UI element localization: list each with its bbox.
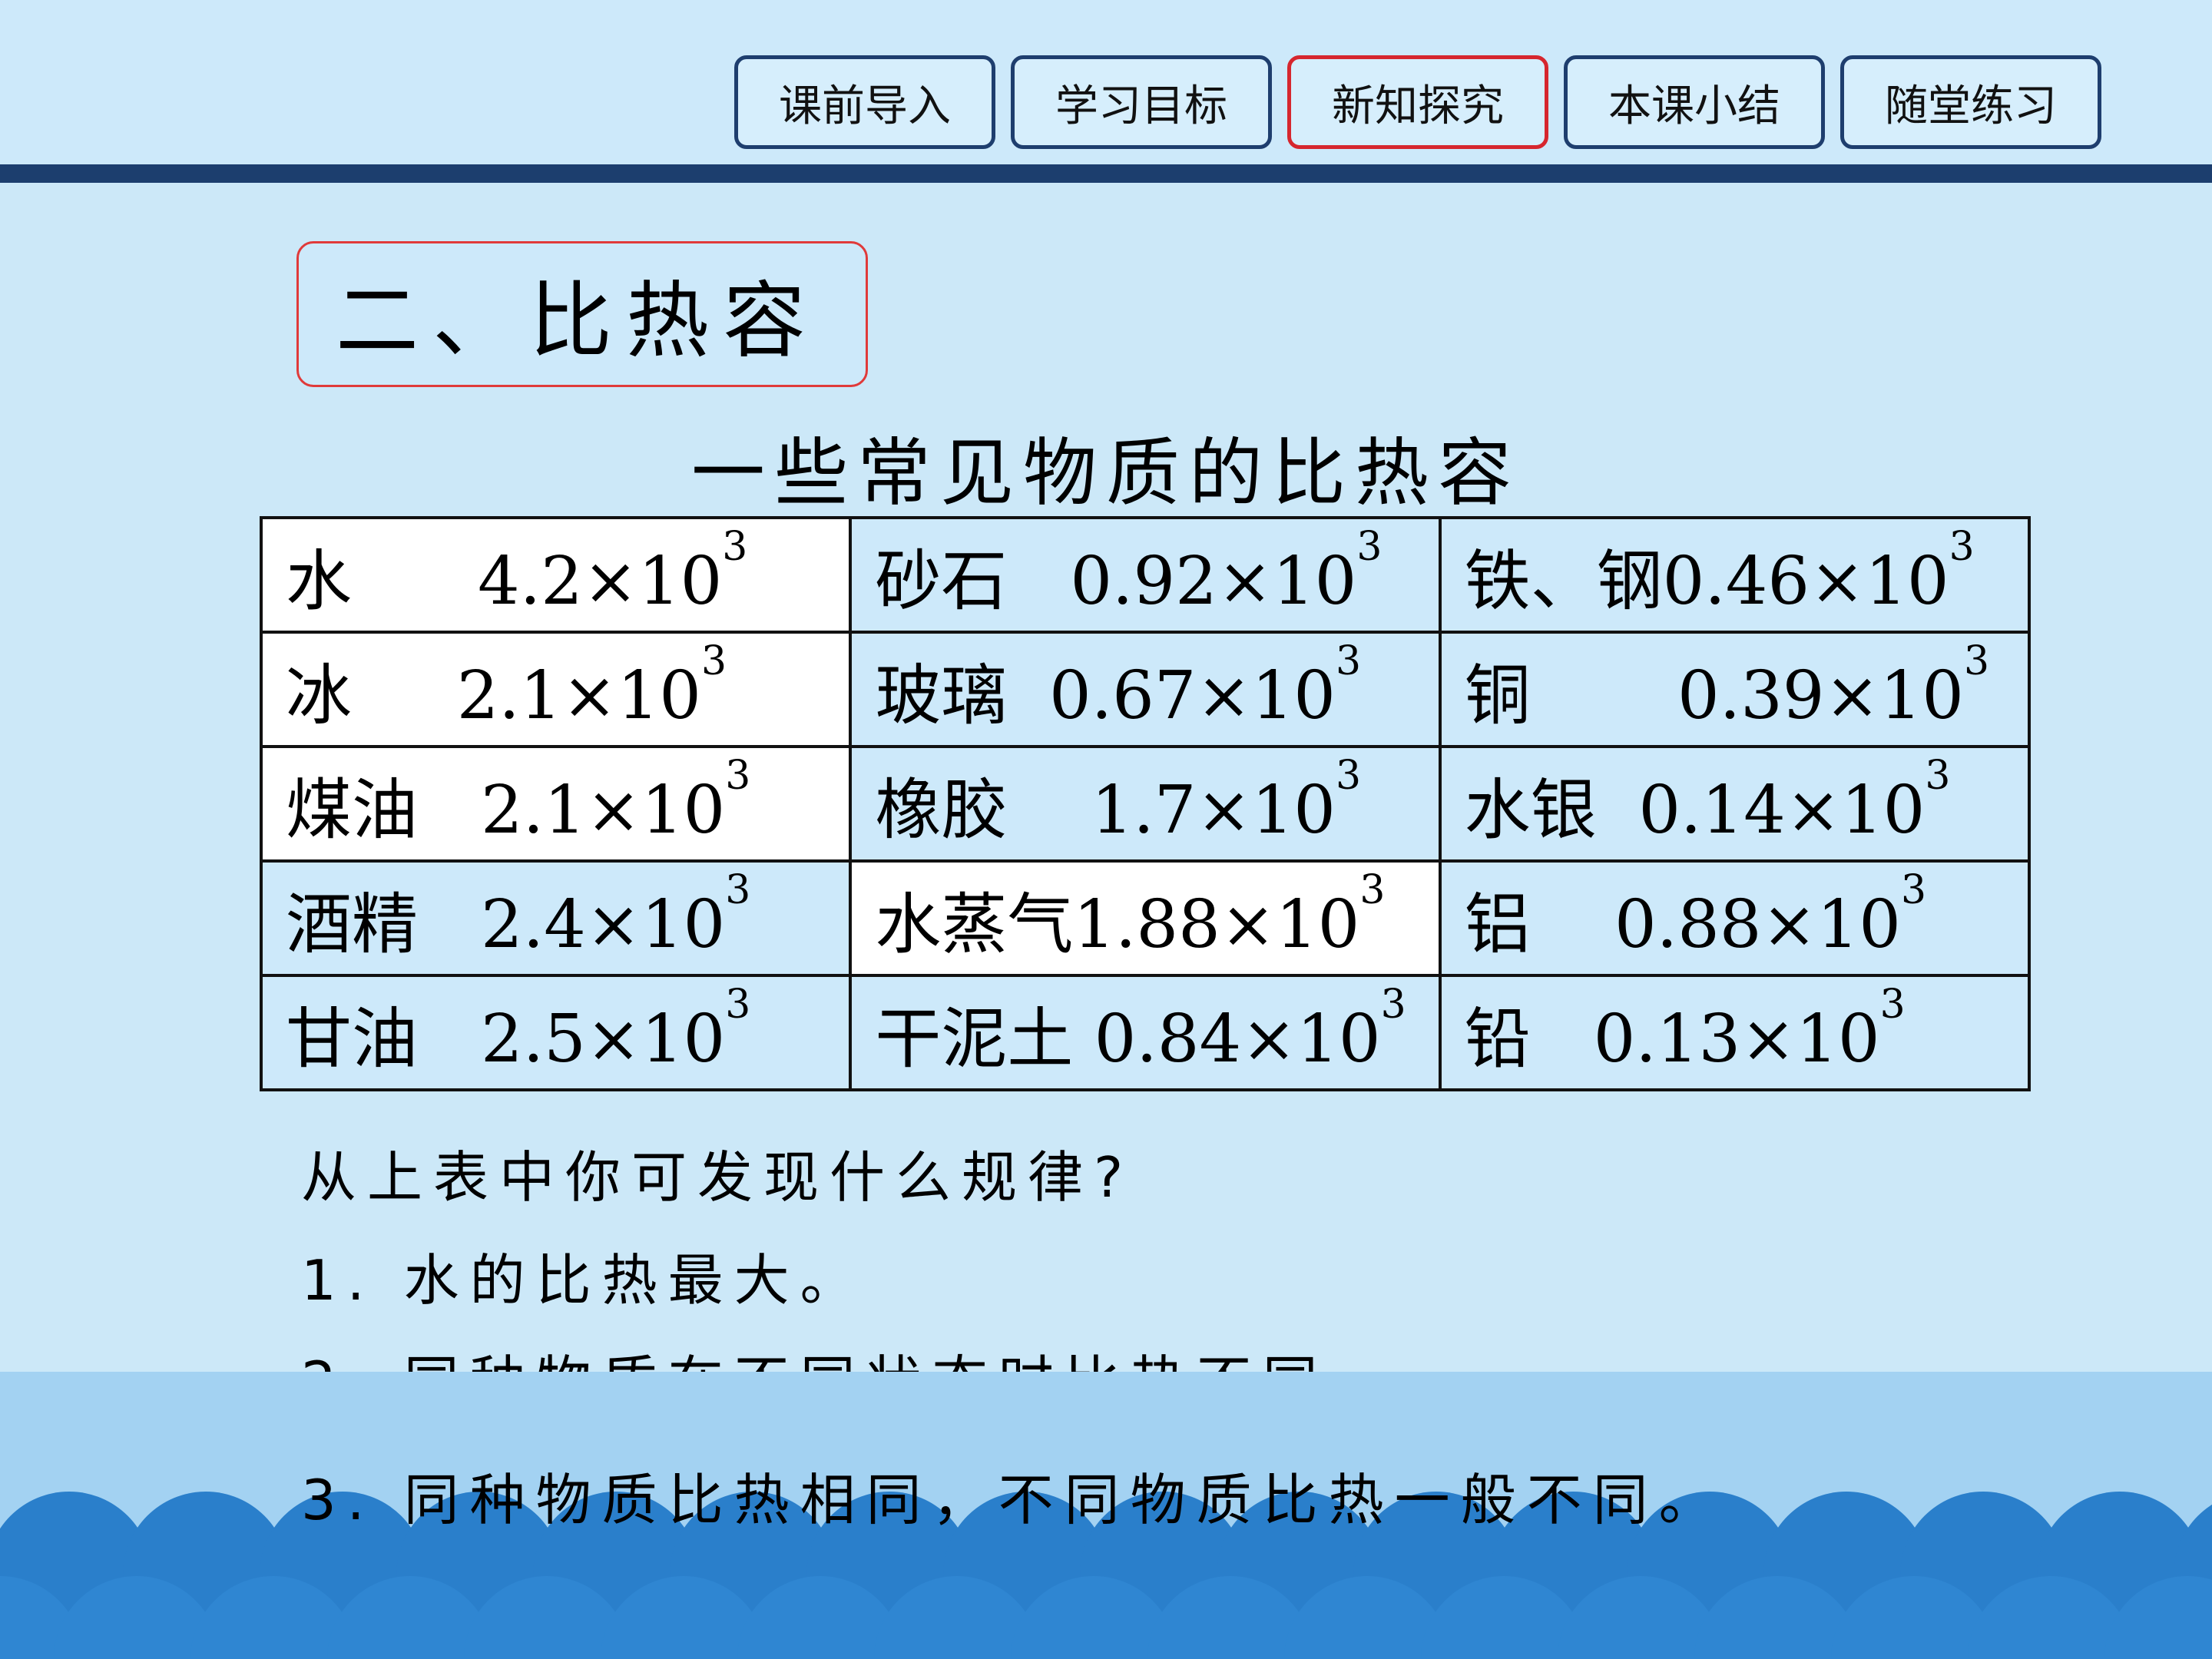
table-cell: 水银 0.14×103 xyxy=(1438,745,2032,863)
section-title: 二、比热容 xyxy=(296,241,868,387)
specific-heat-table: 水 4.2×103 砂石 0.92×103 铁、钢0.46×103 冰 2.1×103… xyxy=(259,516,2032,1091)
nav-button-objectives[interactable]: 学习目标 xyxy=(1011,55,1272,149)
exponent: 3 xyxy=(725,867,751,913)
table-row: 甘油 2.5×103 干泥土 0.84×103 铅 0.13×103 xyxy=(259,974,2032,1091)
substance-name: 水蒸气 xyxy=(875,886,1074,963)
specific-heat-value: 1.7×10 xyxy=(1091,772,1336,849)
question-text: 从上表中你可发现什么规律? xyxy=(301,1145,1134,1210)
substance-name: 冰 xyxy=(286,657,352,734)
specific-heat-value: 0.84×10 xyxy=(1094,1001,1381,1078)
exponent: 3 xyxy=(700,638,727,684)
table-cell: 铅 0.13×103 xyxy=(1438,974,2032,1091)
specific-heat-value: 0.14×10 xyxy=(1638,772,1926,849)
exponent: 3 xyxy=(1335,753,1362,799)
exponent: 3 xyxy=(1336,638,1362,684)
table-cell: 铝 0.88×103 xyxy=(1438,859,2032,977)
header-divider xyxy=(0,164,2212,183)
nav-bar: 课前导入 学习目标 新知探究 本课小结 随堂练习 xyxy=(734,55,2101,149)
table-row: 冰 2.1×103 玻璃 0.67×103 铜 0.39×103 xyxy=(259,631,2032,748)
specific-heat-value: 0.46×10 xyxy=(1662,543,1949,620)
nav-button-practice[interactable]: 随堂练习 xyxy=(1840,55,2101,149)
specific-heat-value: 0.13×10 xyxy=(1593,1001,1880,1078)
exponent: 3 xyxy=(725,982,751,1028)
exponent: 3 xyxy=(1380,982,1406,1028)
substance-name: 玻璃 xyxy=(875,657,1008,734)
finding-3: 3. 同种物质比热相同，不同物质比热一般不同。 xyxy=(301,1468,1725,1532)
specific-heat-value: 4.2×10 xyxy=(478,543,723,620)
substance-name: 水银 xyxy=(1464,772,1597,849)
table-cell: 水 4.2×103 xyxy=(259,516,853,634)
exponent: 3 xyxy=(722,524,748,570)
table-cell: 冰 2.1×103 xyxy=(259,631,853,748)
specific-heat-value: 0.39×10 xyxy=(1677,657,1964,734)
specific-heat-value: 0.67×10 xyxy=(1049,657,1336,734)
substance-name: 水 xyxy=(286,543,352,620)
specific-heat-value: 2.1×10 xyxy=(481,772,726,849)
nav-button-explore[interactable]: 新知探究 xyxy=(1287,55,1548,149)
table-cell: 煤油 2.1×103 xyxy=(259,745,853,863)
exponent: 3 xyxy=(1964,638,1990,684)
exponent: 3 xyxy=(1949,524,1975,570)
table-cell: 玻璃 0.67×103 xyxy=(849,631,1442,748)
substance-name: 铝 xyxy=(1464,886,1531,963)
substance-name: 铅 xyxy=(1464,1001,1531,1078)
table-cell: 铜 0.39×103 xyxy=(1438,631,2032,748)
table-cell: 干泥土 0.84×103 xyxy=(849,974,1442,1091)
table-cell: 甘油 2.5×103 xyxy=(259,974,853,1091)
specific-heat-value: 1.88×10 xyxy=(1073,886,1360,963)
specific-heat-value: 2.1×10 xyxy=(456,657,701,734)
substance-name: 煤油 xyxy=(286,772,418,849)
substance-name: 橡胶 xyxy=(875,772,1008,849)
substance-name: 砂石 xyxy=(875,543,1008,620)
substance-name: 干泥土 xyxy=(875,1001,1074,1078)
table-cell: 铁、钢0.46×103 xyxy=(1438,516,2032,634)
substance-name: 铁、钢 xyxy=(1464,543,1663,620)
exponent: 3 xyxy=(1359,867,1386,913)
exponent: 3 xyxy=(725,753,751,799)
finding-1: 1. 水的比热最大。 xyxy=(301,1248,866,1313)
nav-button-summary[interactable]: 本课小结 xyxy=(1564,55,1825,149)
table-cell: 水蒸气1.88×103 xyxy=(849,859,1442,977)
exponent: 3 xyxy=(1356,524,1382,570)
table-cell: 橡胶 1.7×103 xyxy=(849,745,1442,863)
nav-button-intro[interactable]: 课前导入 xyxy=(734,55,995,149)
substance-name: 甘油 xyxy=(286,1001,418,1078)
specific-heat-value: 0.88×10 xyxy=(1614,886,1901,963)
table-cell: 砂石 0.92×103 xyxy=(849,516,1442,634)
table-cell: 酒精 2.4×103 xyxy=(259,859,853,977)
table-row: 酒精 2.4×103 水蒸气1.88×103 铝 0.88×103 xyxy=(259,859,2032,977)
exponent: 3 xyxy=(1901,867,1927,913)
specific-heat-value: 0.92×10 xyxy=(1070,543,1357,620)
substance-name: 酒精 xyxy=(286,886,418,963)
exponent: 3 xyxy=(1879,982,1906,1028)
table-title: 一些常见物质的比热容 xyxy=(691,430,1521,516)
specific-heat-value: 2.5×10 xyxy=(481,1001,726,1078)
table-row: 水 4.2×103 砂石 0.92×103 铁、钢0.46×103 xyxy=(259,516,2032,634)
exponent: 3 xyxy=(1925,753,1951,799)
table-row: 煤油 2.1×103 橡胶 1.7×103 水银 0.14×103 xyxy=(259,745,2032,863)
substance-name: 铜 xyxy=(1464,657,1531,734)
specific-heat-value: 2.4×10 xyxy=(481,886,726,963)
